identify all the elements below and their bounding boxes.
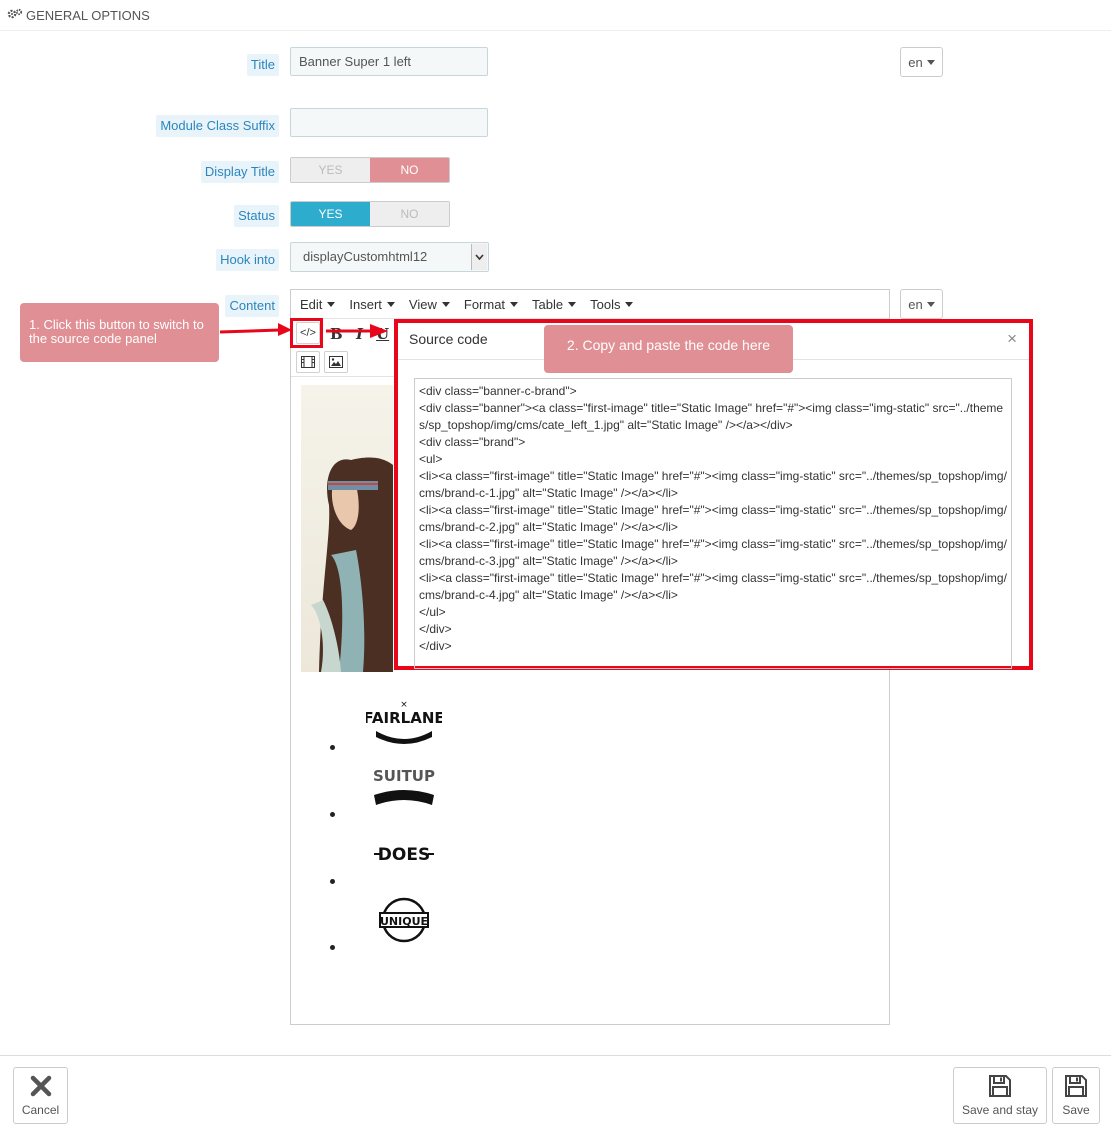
- caret-down-icon: [926, 301, 935, 307]
- title-input[interactable]: Banner Super 1 left: [290, 47, 488, 76]
- arrow-line-1: [219, 328, 281, 334]
- hook-selected-value: displayCustomhtml12: [303, 249, 428, 264]
- list-bullet: [330, 879, 335, 884]
- close-icon: [30, 1075, 51, 1097]
- source-code-textarea[interactable]: <div class="banner-c-brand"> <div class=…: [414, 378, 1012, 669]
- chevron-down-icon: [471, 244, 487, 270]
- suffix-label: Module Class Suffix: [156, 115, 279, 137]
- arrow-head-2: [370, 324, 388, 338]
- divider: [0, 30, 1111, 31]
- display-title-switch[interactable]: YES NO: [290, 157, 450, 183]
- menu-tools[interactable]: Tools: [590, 297, 634, 312]
- brand-logo-fairlane: FAIRLANE ×: [363, 697, 445, 753]
- svg-text:SUITUP: SUITUP: [373, 767, 435, 785]
- callout-step-1: 1. Click this button to switch to the so…: [20, 303, 219, 362]
- svg-text:DOES: DOES: [378, 845, 430, 865]
- svg-text:×: ×: [400, 700, 408, 710]
- status-yes[interactable]: YES: [291, 202, 370, 226]
- callout-step-2: 2. Copy and paste the code here: [544, 325, 793, 373]
- svg-text:FAIRLANE: FAIRLANE: [366, 709, 442, 727]
- lang-label: en: [908, 54, 923, 70]
- brand-logo-unique: UNIQUE: [366, 897, 442, 953]
- arrow-head-1: [278, 323, 292, 336]
- title-lang-button[interactable]: en: [900, 47, 943, 77]
- gears-icon: [7, 8, 23, 23]
- insert-video-button[interactable]: [296, 351, 320, 373]
- menu-table[interactable]: Table: [532, 297, 577, 312]
- display-title-yes[interactable]: YES: [291, 158, 370, 182]
- menu-edit[interactable]: Edit: [300, 297, 336, 312]
- status-no[interactable]: NO: [370, 202, 449, 226]
- editor-menubar: Edit Insert View Format Table Tools: [291, 290, 889, 319]
- display-title-label: Display Title: [200, 161, 279, 183]
- list-bullet: [330, 812, 335, 817]
- list-bullet: [330, 945, 335, 950]
- caret-down-icon: [926, 59, 935, 65]
- cancel-button[interactable]: Cancel: [13, 1067, 68, 1124]
- content-lang-button[interactable]: en: [900, 289, 943, 319]
- save-label: Save: [1062, 1103, 1090, 1117]
- banner-image: [301, 385, 393, 672]
- list-bullet: [330, 745, 335, 750]
- menu-format[interactable]: Format: [464, 297, 519, 312]
- dialog-title: Source code: [409, 331, 488, 347]
- svg-text:UNIQUE: UNIQUE: [380, 915, 428, 928]
- save-and-stay-button[interactable]: Save and stay: [953, 1067, 1047, 1124]
- footer-divider: [0, 1055, 1111, 1056]
- insert-image-button[interactable]: [324, 351, 348, 373]
- suffix-input[interactable]: [290, 108, 488, 137]
- save-icon: [1065, 1075, 1087, 1097]
- brand-logo-does: DOES: [366, 830, 442, 886]
- save-and-stay-label: Save and stay: [961, 1103, 1039, 1117]
- save-button[interactable]: Save: [1052, 1067, 1100, 1124]
- film-icon: [301, 356, 315, 368]
- lang-label: en: [908, 296, 923, 312]
- title-label: Title: [246, 54, 279, 76]
- status-label: Status: [234, 205, 279, 227]
- section-header: GENERAL OPTIONS: [7, 8, 150, 23]
- menu-view[interactable]: View: [409, 297, 450, 312]
- close-icon[interactable]: ×: [1007, 329, 1017, 349]
- section-title: GENERAL OPTIONS: [26, 8, 150, 23]
- content-label: Content: [225, 295, 279, 317]
- hook-label: Hook into: [216, 249, 279, 271]
- status-switch[interactable]: YES NO: [290, 201, 450, 227]
- menu-insert[interactable]: Insert: [349, 297, 395, 312]
- arrow-annotations: [219, 323, 388, 338]
- display-title-no[interactable]: NO: [370, 158, 449, 182]
- image-icon: [329, 356, 343, 368]
- hook-select[interactable]: displayCustomhtml12: [290, 242, 489, 272]
- save-icon: [989, 1075, 1011, 1097]
- brand-logo-suitup: SUITUP: [366, 763, 442, 819]
- cancel-label: Cancel: [21, 1103, 60, 1117]
